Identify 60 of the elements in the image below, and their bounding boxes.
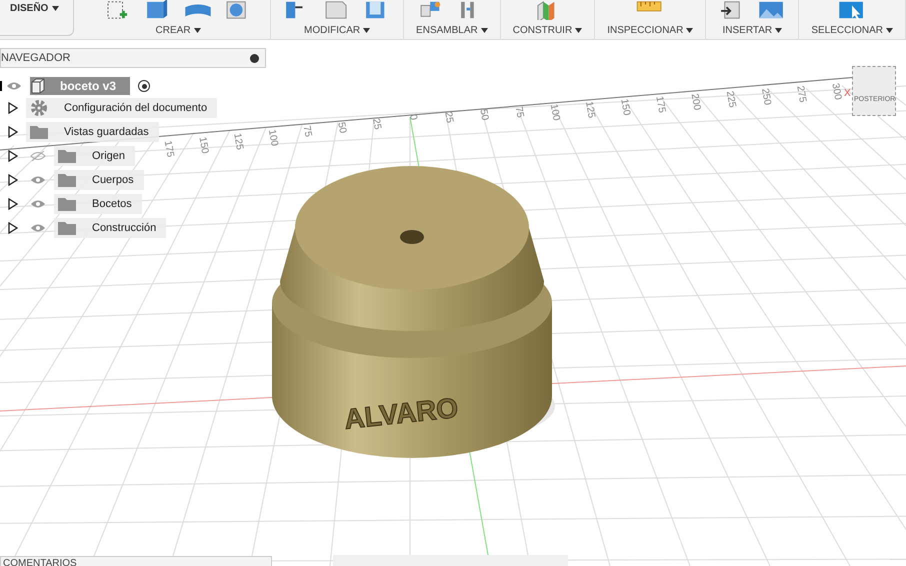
eye-icon[interactable] — [6, 81, 22, 91]
ruler-label: 25 — [442, 111, 455, 124]
active-indicator-icon[interactable] — [138, 80, 150, 92]
caret-icon — [363, 28, 370, 33]
ruler-label: 50 — [335, 121, 348, 134]
ruler-label: 50 — [477, 108, 490, 122]
ruler-label: 100 — [266, 128, 280, 148]
expand-arrow-icon[interactable] — [8, 174, 18, 186]
panel-title: COMENTARIOS — [3, 557, 78, 566]
ruler-label: 200 — [688, 92, 702, 112]
folder-icon — [58, 149, 76, 163]
ruler-label: 100 — [548, 103, 562, 122]
toolbar-group-menu[interactable]: CREAR — [156, 23, 201, 38]
ruler-label: 125 — [231, 132, 245, 151]
toolbar-group-menu[interactable]: INSPECCIONAR — [607, 23, 694, 38]
caret-icon — [686, 28, 694, 33]
ruler-label: 0 — [407, 114, 419, 121]
ruler-label: 225 — [724, 90, 738, 109]
expand-arrow-icon[interactable] — [8, 198, 18, 210]
ruler-label: 125 — [583, 100, 597, 119]
caret-icon — [52, 6, 60, 11]
axis-label: X — [844, 87, 851, 101]
eye-icon[interactable] — [30, 199, 46, 209]
engraved-text: ALVARO — [342, 392, 460, 435]
toolbar-group-menu[interactable]: INSERTAR — [722, 23, 782, 38]
caret-icon — [575, 28, 582, 33]
component-name: boceto v3 — [59, 78, 118, 95]
ruler-label: 300 — [829, 82, 844, 101]
ruler-label: 75 — [300, 125, 314, 138]
panel-title: NAVEGADOR — [1, 50, 70, 66]
expand-arrow-icon[interactable] — [8, 102, 18, 114]
caret-icon — [194, 28, 201, 33]
expand-arrow-icon[interactable] — [8, 150, 18, 162]
toolbar-group-menu[interactable]: CONSTRUIR — [512, 23, 582, 38]
expand-arrow-icon[interactable] — [8, 126, 18, 138]
ruler-label: 75 — [512, 106, 526, 119]
caret-icon — [886, 28, 893, 33]
folder-icon — [58, 197, 76, 211]
component-icon — [30, 78, 46, 94]
toolbar-group-menu[interactable]: ENSAMBLAR — [416, 23, 488, 38]
caret-icon — [480, 28, 488, 33]
collapse-icon[interactable] — [250, 54, 259, 62]
folder-icon — [58, 173, 76, 187]
eye-icon[interactable] — [30, 175, 46, 185]
ruler-label: 25 — [370, 118, 383, 130]
eye-hidden-icon[interactable] — [30, 151, 46, 161]
expand-arrow-icon[interactable] — [8, 222, 18, 234]
ruler-label: 150 — [618, 98, 632, 116]
folder-icon — [30, 125, 48, 139]
eye-icon[interactable] — [30, 223, 46, 233]
caret-icon — [775, 28, 782, 33]
ruler-label: 175 — [162, 140, 176, 158]
folder-icon — [58, 221, 76, 235]
ruler-label: 250 — [759, 88, 773, 106]
toolbar-group-menu[interactable]: MODIFICAR — [304, 23, 370, 38]
workspace-menu[interactable]: DISEÑO — [0, 0, 60, 15]
ruler-label: 175 — [653, 95, 668, 114]
toolbar-group-menu[interactable]: SELECCIONAR — [811, 23, 893, 38]
ruler-label: 275 — [794, 85, 808, 104]
ruler-label: 150 — [196, 136, 210, 154]
